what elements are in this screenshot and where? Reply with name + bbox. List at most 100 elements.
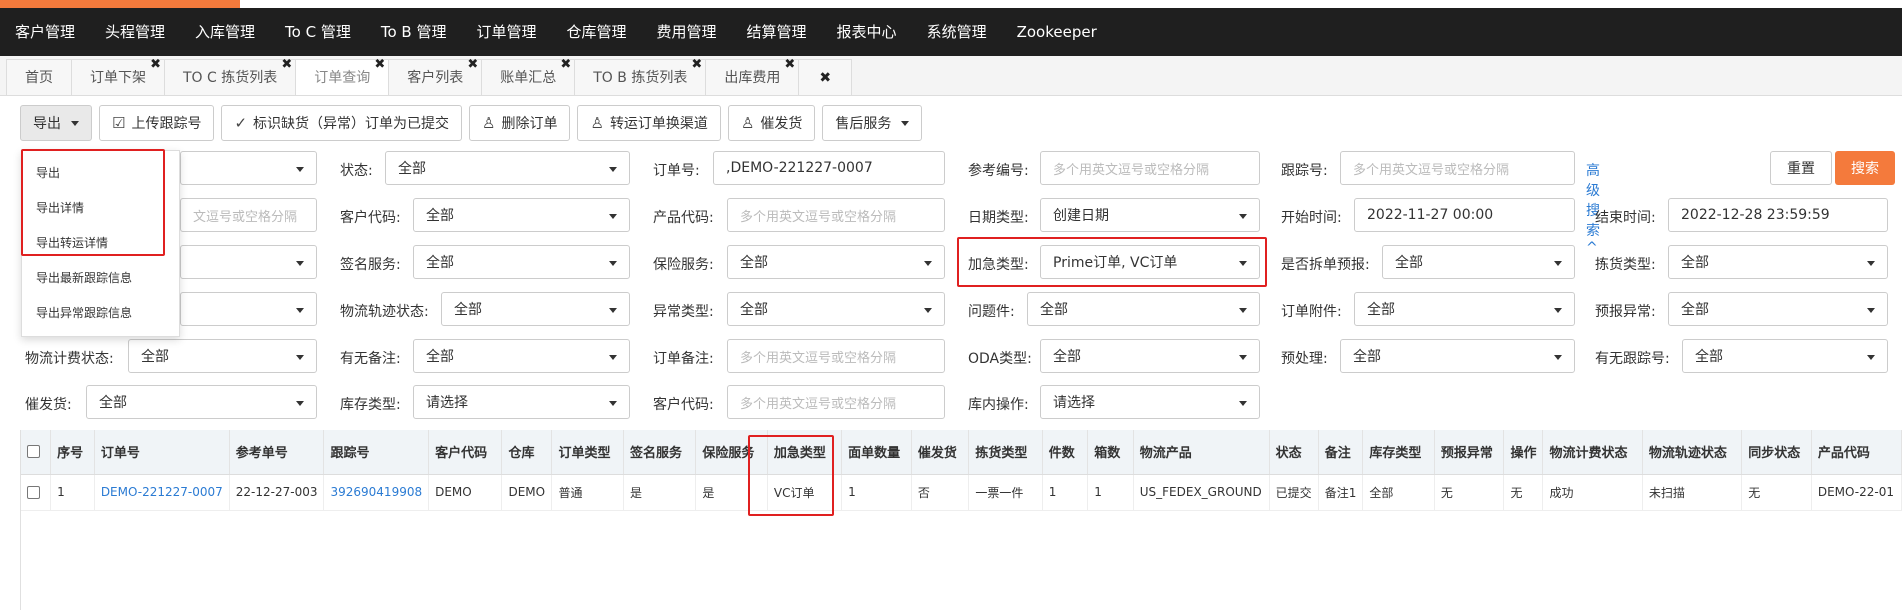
stock-type-select[interactable]: 请选择 [413, 385, 630, 419]
urge-button[interactable]: ♙ 催发货 [727, 105, 816, 141]
cell-seq: 1 [50, 474, 95, 511]
ref-no-input[interactable]: 多个用英文逗号或空格分隔 [1040, 151, 1260, 185]
export-transfer-detail-menu-item[interactable]: 导出转运详情 [22, 226, 179, 261]
col-header: 订单号 [94, 430, 230, 475]
select-all-checkbox[interactable] [27, 445, 40, 459]
start-time-label: 开始时间: [1281, 210, 1342, 226]
nav-inbound[interactable]: 入库管理 [180, 8, 270, 56]
insure-service-select[interactable]: 全部 [727, 245, 945, 279]
nav-zookeeper[interactable]: Zookeeper [1002, 8, 1112, 56]
tab-label: 首页 [25, 70, 53, 86]
row2-placeholder: 文逗号或空格分隔 [193, 209, 298, 225]
tab-label: 出库费用 [724, 70, 781, 86]
row2-input[interactable]: 文逗号或空格分隔 [180, 198, 317, 232]
cell-order-no-link[interactable]: DEMO-221227-0007 [94, 474, 230, 511]
split-forecast-select[interactable]: 全部 [1382, 245, 1575, 279]
upload-tracking-button[interactable]: ☑ 上传跟踪号 [99, 105, 215, 141]
transfer-channel-label: 转运订单换渠道 [609, 116, 708, 132]
after-sales-button[interactable]: 售后服务 [822, 105, 923, 141]
col-header: 仓库 [501, 430, 553, 475]
has-tracking-value: 全部 [1695, 349, 1723, 365]
nav-firstleg[interactable]: 头程管理 [90, 8, 180, 56]
nav-system[interactable]: 系统管理 [912, 8, 1002, 56]
hidden-select-row3[interactable] [180, 245, 317, 279]
transfer-channel-button[interactable]: ♙ 转运订单换渠道 [577, 105, 721, 141]
sign-service-select[interactable]: 全部 [413, 245, 630, 279]
export-exception-tracking-menu-item[interactable]: 导出异常跟踪信息 [22, 296, 179, 331]
status-label: 状态: [340, 163, 373, 179]
tracking-placeholder: 多个用英文逗号或空格分隔 [1353, 162, 1510, 178]
nav-fee[interactable]: 费用管理 [642, 8, 732, 56]
problem-item-label: 问题件: [968, 304, 1015, 320]
exception-type-select[interactable]: 全部 [727, 292, 945, 326]
end-time-input[interactable]: 2022-12-28 23:59:59 [1668, 198, 1888, 232]
close-all-tabs-button[interactable]: ✖ [798, 59, 853, 95]
reset-button[interactable]: 重置 [1770, 151, 1832, 185]
export-dropdown-menu: 导出 导出详情 导出转运详情 导出最新跟踪信息 导出异常跟踪信息 [21, 150, 180, 337]
fee-status-select[interactable]: 全部 [128, 339, 317, 373]
cell-forecast-exception: 无 [1434, 474, 1505, 511]
customer-code2-input[interactable]: 多个用英文逗号或空格分隔 [727, 385, 945, 419]
mark-submitted-button[interactable]: ✓ 标识缺货（异常）订单为已提交 [221, 105, 463, 141]
urge-select[interactable]: 全部 [86, 385, 317, 419]
tab-order-query[interactable]: 订单查询 ✖ [295, 57, 390, 95]
order-remark-input[interactable]: 多个用英文逗号或空格分隔 [727, 339, 945, 373]
status-select[interactable]: 全部 [385, 151, 630, 185]
product-code-input[interactable]: 多个用英文逗号或空格分隔 [727, 198, 945, 232]
upload-tracking-label: 上传跟踪号 [131, 116, 202, 132]
tab-label: TO C 拣货列表 [183, 70, 278, 86]
accent-strip [0, 0, 240, 8]
export-menu-item[interactable]: 导出 [22, 156, 179, 191]
has-remark-select[interactable]: 全部 [413, 339, 630, 373]
close-icon[interactable]: ✖ [560, 47, 571, 83]
urgent-type-label: 加急类型: [968, 257, 1029, 273]
delete-order-button[interactable]: ♙ 删除订单 [469, 105, 571, 141]
hidden-select-row1[interactable] [180, 151, 317, 185]
tab-bill-summary[interactable]: 账单汇总 ✖ [481, 57, 576, 95]
attachment-value: 全部 [1367, 302, 1395, 318]
date-type-select[interactable]: 创建日期 [1040, 198, 1260, 232]
search-button[interactable]: 搜索 [1835, 151, 1895, 185]
attachment-label: 订单附件: [1281, 304, 1342, 320]
col-header: 加急类型 [767, 430, 843, 475]
forecast-exception-select[interactable]: 全部 [1668, 292, 1888, 326]
nav-customer[interactable]: 客户管理 [0, 8, 90, 56]
hidden-select-row4[interactable] [180, 292, 317, 326]
tab-customer-list[interactable]: 客户列表 ✖ [388, 57, 483, 95]
cell-tracking-link[interactable]: 392690419908 [323, 474, 430, 511]
export-button[interactable]: 导出 [20, 105, 92, 141]
tracking-input[interactable]: 多个用英文逗号或空格分隔 [1340, 151, 1575, 185]
close-icon[interactable]: ✖ [691, 47, 702, 83]
tab-toc-picking[interactable]: TO C 拣货列表 ✖ [164, 57, 297, 95]
fee-status-label: 物流计费状态: [25, 351, 114, 367]
close-icon[interactable]: ✖ [374, 47, 385, 83]
export-detail-menu-item[interactable]: 导出详情 [22, 191, 179, 226]
tab-home[interactable]: 首页 [6, 59, 72, 95]
row-checkbox[interactable] [27, 486, 40, 499]
nav-report[interactable]: 报表中心 [822, 8, 912, 56]
close-icon[interactable]: ✖ [150, 47, 161, 83]
close-icon[interactable]: ✖ [467, 47, 478, 83]
pick-type-select[interactable]: 全部 [1668, 245, 1888, 279]
urgent-type-select[interactable]: Prime订单, VC订单 [1040, 245, 1260, 279]
warehouse-op-select[interactable]: 请选择 [1040, 385, 1260, 419]
order-table-container: 序号 订单号 参考单号 跟踪号 客户代码 仓库 订单类型 签名服务 保险服务 加… [20, 430, 1902, 610]
tab-order-offshelf[interactable]: 订单下架 ✖ [71, 57, 165, 95]
track-status-select[interactable]: 全部 [441, 292, 630, 326]
nav-settlement[interactable]: 结算管理 [732, 8, 822, 56]
export-latest-tracking-menu-item[interactable]: 导出最新跟踪信息 [22, 261, 179, 296]
oda-type-select[interactable]: 全部 [1040, 339, 1260, 373]
tab-outbound-fee[interactable]: 出库费用 ✖ [705, 57, 800, 95]
customer-code-select[interactable]: 全部 [413, 198, 630, 232]
track-status-value: 全部 [454, 302, 482, 318]
close-icon[interactable]: ✖ [784, 47, 795, 83]
problem-item-select[interactable]: 全部 [1027, 292, 1260, 326]
close-icon[interactable]: ✖ [281, 47, 292, 83]
cell-label-count: 1 [841, 474, 912, 511]
attachment-select[interactable]: 全部 [1354, 292, 1575, 326]
preprocess-select[interactable]: 全部 [1340, 339, 1575, 373]
order-no-input[interactable]: ,DEMO-221227-0007 [713, 151, 945, 185]
tab-tob-picking[interactable]: TO B 拣货列表 ✖ [574, 57, 707, 95]
has-tracking-select[interactable]: 全部 [1682, 339, 1888, 373]
start-time-input[interactable]: 2022-11-27 00:00 [1354, 198, 1575, 232]
